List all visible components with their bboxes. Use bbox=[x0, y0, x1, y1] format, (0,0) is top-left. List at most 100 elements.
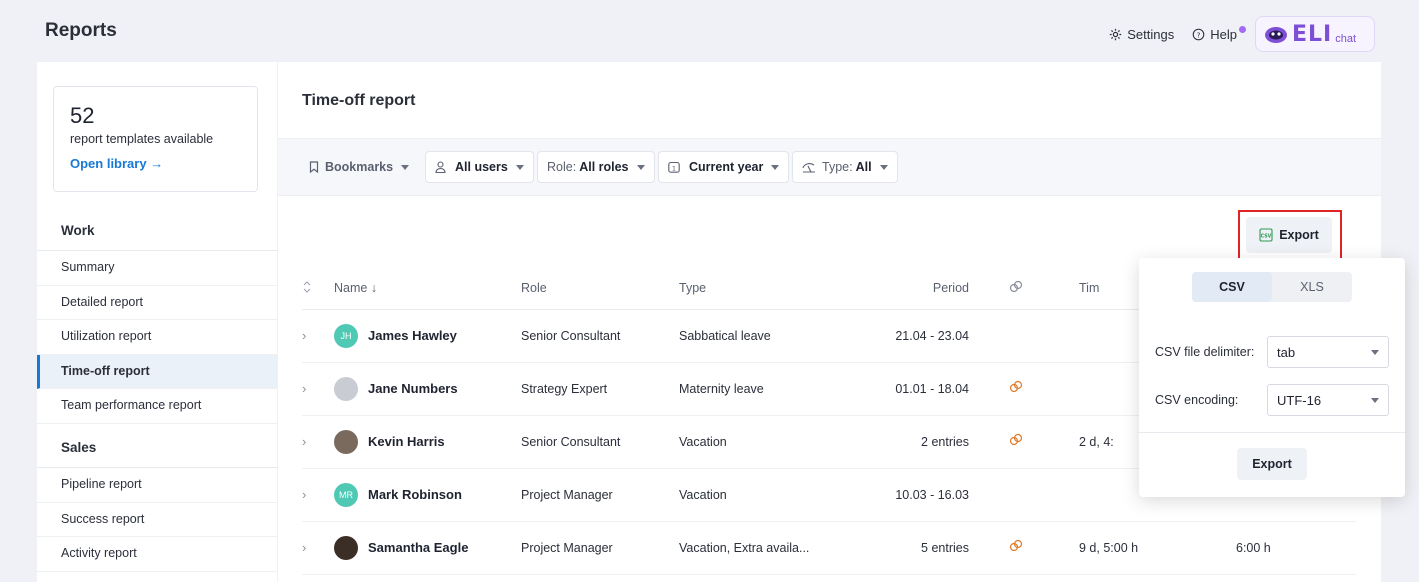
gear-icon bbox=[1110, 28, 1122, 40]
expand-chevron-icon[interactable]: › bbox=[302, 468, 334, 522]
column-header-role[interactable]: Role bbox=[521, 268, 679, 310]
expand-chevron-icon[interactable]: › bbox=[302, 415, 334, 469]
linked-cell bbox=[969, 521, 1079, 575]
person-name: Mark Robinson bbox=[368, 487, 462, 502]
sidebar-item-time-off-report[interactable]: Time-off report bbox=[37, 354, 277, 389]
sidebar-item-team-performance-report[interactable]: Team performance report bbox=[37, 389, 277, 424]
role-cell: Senior Consultant bbox=[521, 309, 679, 363]
role-cell: Strategy Expert bbox=[521, 362, 679, 416]
sidebar-heading-sales: Sales bbox=[37, 435, 277, 468]
period-cell: 01.01 - 18.04 bbox=[849, 362, 969, 416]
users-value: All users bbox=[455, 160, 508, 174]
linked-cell bbox=[969, 309, 1079, 363]
expand-chevron-icon[interactable]: › bbox=[302, 362, 334, 416]
column-header-name[interactable]: Name ↓ bbox=[334, 268, 521, 310]
bookmark-icon bbox=[309, 161, 319, 173]
person-name: Samantha Eagle bbox=[368, 540, 469, 555]
help-link[interactable]: ? Help bbox=[1192, 25, 1246, 42]
expand-chevron-icon[interactable]: › bbox=[302, 309, 334, 363]
page-title: Reports bbox=[45, 20, 117, 41]
users-filter[interactable]: All users bbox=[425, 151, 534, 183]
sidebar-item-summary[interactable]: Summary bbox=[37, 251, 277, 286]
person-name: James Hawley bbox=[368, 328, 457, 343]
template-count: 52 bbox=[70, 103, 95, 128]
role-value: All roles bbox=[579, 160, 629, 174]
chevron-down-icon bbox=[636, 164, 645, 170]
person-name: Kevin Harris bbox=[368, 434, 445, 449]
chevron-down-icon bbox=[401, 164, 410, 170]
linked-cell bbox=[969, 415, 1079, 469]
avatar: MR bbox=[334, 482, 358, 507]
chevron-down-icon bbox=[879, 164, 888, 170]
sidebar-group-work: Work Summary Detailed report Utilization… bbox=[37, 218, 277, 424]
type-filter[interactable]: Type: All bbox=[792, 151, 898, 183]
sidebar: 52 report templates available Open libra… bbox=[37, 62, 277, 582]
beach-umbrella-icon bbox=[802, 163, 815, 173]
dropdown-export-button[interactable]: Export bbox=[1237, 448, 1307, 480]
role-cell: Project Manager bbox=[521, 468, 679, 522]
expand-chevron-icon[interactable]: › bbox=[302, 521, 334, 575]
eli-logo-text: ELI bbox=[1292, 21, 1333, 47]
role-filter[interactable]: Role: All roles bbox=[537, 151, 655, 183]
period-cell: 10.03 - 16.03 bbox=[849, 468, 969, 522]
encoding-label: CSV encoding: bbox=[1155, 393, 1239, 407]
time-cell: 9 d, 5:00 h bbox=[1079, 521, 1236, 575]
template-count-label: report templates available bbox=[70, 132, 214, 146]
delimiter-row: CSV file delimiter: tab bbox=[1155, 336, 1389, 368]
table-row[interactable]: › Samantha Eagle Project Manager Vacatio… bbox=[302, 521, 1356, 575]
encoding-row: CSV encoding: UTF-16 bbox=[1155, 384, 1389, 416]
format-option-xls[interactable]: XLS bbox=[1272, 272, 1352, 302]
chevron-down-icon bbox=[1371, 397, 1379, 403]
arrow-down-icon: ↓ bbox=[370, 281, 378, 296]
chevron-down-icon bbox=[771, 164, 780, 170]
top-bar: Reports Settings ? Help ELI chat bbox=[0, 0, 1419, 62]
eli-chat-button[interactable]: ELI chat bbox=[1255, 16, 1375, 52]
avatar bbox=[334, 535, 358, 560]
chevron-down-icon bbox=[1371, 349, 1379, 355]
bookmarks-filter[interactable]: Bookmarks bbox=[300, 151, 418, 183]
sidebar-item-success-report[interactable]: Success report bbox=[37, 503, 277, 537]
format-toggle: CSV XLS bbox=[1192, 272, 1352, 302]
sort-column[interactable] bbox=[302, 268, 334, 310]
sidebar-item-detailed-report[interactable]: Detailed report bbox=[37, 286, 277, 320]
role-cell: Project Manager bbox=[521, 521, 679, 575]
encoding-select[interactable]: UTF-16 bbox=[1267, 384, 1389, 416]
period-filter[interactable]: 1 Current year bbox=[658, 151, 790, 183]
svg-text:1: 1 bbox=[672, 165, 676, 173]
filter-bar: Bookmarks All users Role: All roles 1 Cu… bbox=[278, 138, 1381, 196]
column-header-type[interactable]: Type bbox=[679, 268, 849, 310]
linked-cell bbox=[969, 362, 1079, 416]
encoding-value: UTF-16 bbox=[1277, 392, 1322, 408]
sort-icon bbox=[303, 280, 311, 293]
svg-text:?: ? bbox=[1197, 30, 1201, 39]
type-cell: Vacation bbox=[679, 415, 849, 469]
type-prefix: Type: bbox=[822, 160, 853, 174]
column-header-period[interactable]: Period bbox=[849, 268, 969, 310]
sidebar-group-sales: Sales Pipeline report Success report Act… bbox=[37, 435, 277, 572]
delimiter-select[interactable]: tab bbox=[1267, 336, 1389, 368]
delimiter-label: CSV file delimiter: bbox=[1155, 345, 1255, 359]
extra-cell: 6:00 h bbox=[1236, 521, 1356, 575]
link-icon bbox=[1009, 380, 1023, 393]
column-header-linked[interactable] bbox=[969, 268, 1079, 310]
period-cell: 21.04 - 23.04 bbox=[849, 309, 969, 363]
sidebar-item-activity-report[interactable]: Activity report bbox=[37, 537, 277, 572]
open-library-link[interactable]: Open library → bbox=[70, 156, 163, 171]
type-cell: Sabbatical leave bbox=[679, 309, 849, 363]
period-cell: 2 entries bbox=[849, 415, 969, 469]
report-title: Time-off report bbox=[302, 92, 416, 109]
help-label: Help bbox=[1210, 26, 1237, 42]
format-option-csv[interactable]: CSV bbox=[1192, 272, 1272, 302]
sidebar-item-pipeline-report[interactable]: Pipeline report bbox=[37, 468, 277, 503]
avatar bbox=[334, 376, 358, 401]
role-cell: Senior Consultant bbox=[521, 415, 679, 469]
export-dropdown: CSV XLS CSV file delimiter: tab CSV enco… bbox=[1139, 258, 1405, 497]
bookmarks-label: Bookmarks bbox=[325, 160, 394, 174]
library-card: 52 report templates available Open libra… bbox=[53, 86, 258, 192]
link-icon bbox=[1009, 539, 1023, 552]
sidebar-item-utilization-report[interactable]: Utilization report bbox=[37, 320, 277, 355]
period-value: Current year bbox=[689, 160, 764, 174]
settings-link[interactable]: Settings bbox=[1109, 27, 1174, 42]
period-cell: 5 entries bbox=[849, 521, 969, 575]
eli-robot-icon bbox=[1265, 27, 1287, 43]
